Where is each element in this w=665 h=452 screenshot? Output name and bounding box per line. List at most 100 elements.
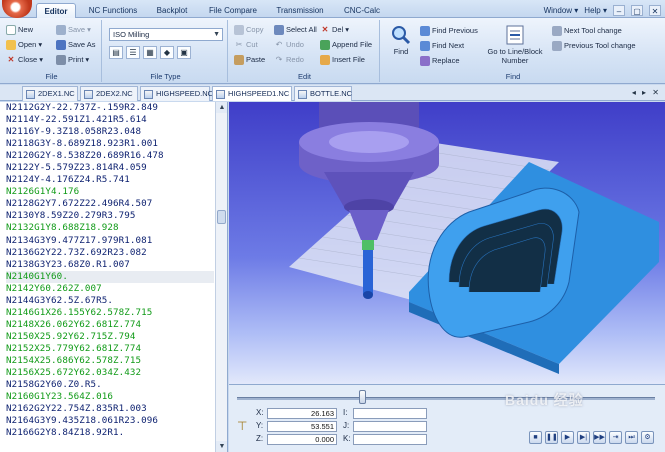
nc-line[interactable]: N2126G1Y4.176: [6, 186, 214, 198]
minimize-icon[interactable]: –: [613, 4, 625, 16]
restore-icon[interactable]: ▢: [631, 4, 643, 16]
k-label: K:: [343, 434, 351, 443]
nc-line[interactable]: N2136G2Y22.73Z.692R23.082: [6, 247, 214, 259]
toolbar-shape-icon[interactable]: ◆: [160, 46, 174, 59]
toolbar-doc-icon[interactable]: ▤: [109, 46, 123, 59]
file-tab[interactable]: HIGHSPEED.NC: [140, 86, 213, 101]
tab-editor[interactable]: Editor: [36, 3, 76, 18]
app-menu-button[interactable]: [2, 0, 32, 18]
find-next-button[interactable]: Find Next: [420, 39, 464, 52]
nc-line[interactable]: N2122Y-5.579Z23.814R4.059: [6, 162, 214, 174]
nc-line[interactable]: N2130Y8.59Z20.279R3.795: [6, 210, 214, 222]
fast-forward-icon[interactable]: ▶▶: [593, 431, 606, 444]
previous-tool-change-button[interactable]: Previous Tool change: [552, 39, 636, 52]
nc-line[interactable]: N2148X26.062Y62.681Z.774: [6, 319, 214, 331]
cut-button[interactable]: ✂ Cut: [234, 38, 258, 51]
step-forward-icon[interactable]: ▶|: [577, 431, 590, 444]
nc-line[interactable]: N2156X25.672Y62.034Z.432: [6, 367, 214, 379]
close-button[interactable]: ✕ Close ▾: [6, 53, 43, 66]
file-icon: [298, 90, 307, 99]
insert-file-icon: [320, 54, 330, 65]
tab-transmission[interactable]: Transmission: [270, 3, 330, 18]
scroll-up-icon[interactable]: ▲: [216, 102, 227, 113]
nc-line[interactable]: N2138G3Y23.68Z0.R1.007: [6, 259, 214, 271]
skip-end-icon[interactable]: ⏭: [625, 431, 638, 444]
nc-line[interactable]: N2120G2Y-8.538Z20.689R16.478: [6, 150, 214, 162]
delete-button[interactable]: ✕ Del ▾: [320, 23, 349, 36]
save-as-button[interactable]: Save As: [56, 38, 96, 51]
toolbar-export-icon[interactable]: ▣: [177, 46, 191, 59]
help-menu[interactable]: Help ▾: [584, 6, 607, 15]
print-button[interactable]: Print ▾: [56, 53, 89, 66]
tab-file-compare[interactable]: File Compare: [202, 3, 264, 18]
nc-editor[interactable]: N2112G2Y-22.737Z-.159R2.849 N2114Y-22.591…: [0, 102, 228, 452]
undo-button[interactable]: ↶ Undo: [274, 38, 304, 51]
nc-line[interactable]: N2112G2Y-22.737Z-.159R2.849: [6, 102, 214, 114]
tab-cnc-calc[interactable]: CNC-Calc: [338, 3, 386, 18]
toolbar-grid-icon[interactable]: ▦: [143, 46, 157, 59]
window-menu[interactable]: Window ▾: [544, 6, 579, 15]
nc-line[interactable]: N2154X25.686Y62.578Z.715: [6, 355, 214, 367]
find-group: Find Find Previous Find Next Replace Go …: [382, 20, 644, 82]
nc-line-selected[interactable]: N2140G1Y60.: [6, 270, 214, 283]
insert-file-button[interactable]: Insert File: [320, 53, 365, 66]
scroll-down-icon[interactable]: ▼: [216, 441, 227, 452]
pause-icon[interactable]: ❚❚: [545, 431, 558, 444]
options-icon[interactable]: ⚙: [641, 431, 654, 444]
new-button[interactable]: New: [6, 23, 33, 36]
paste-button[interactable]: Paste: [234, 53, 265, 66]
nc-line[interactable]: N2158G2Y60.Z0.R5.: [6, 379, 214, 391]
file-tab[interactable]: 2DEX2.NC: [80, 86, 138, 101]
scissors-icon: ✂: [235, 39, 243, 49]
nc-line[interactable]: N2114Y-22.591Z1.421R5.614: [6, 114, 214, 126]
nc-line[interactable]: N2116Y-9.3Z18.058R23.048: [6, 126, 214, 138]
x-value: 26.163: [267, 408, 337, 419]
nc-line[interactable]: N2144G3Y62.5Z.67R5.: [6, 295, 214, 307]
save-button[interactable]: Save ▾: [56, 23, 91, 36]
nc-line[interactable]: N2142Y60.262Z.007: [6, 283, 214, 295]
playback-slider-thumb[interactable]: [359, 390, 366, 404]
playback-slider[interactable]: [237, 397, 655, 400]
select-all-button[interactable]: Select All: [274, 23, 317, 36]
nc-line[interactable]: N2152X25.779Y62.681Z.774: [6, 343, 214, 355]
scroll-thumb[interactable]: [217, 210, 226, 224]
nc-line[interactable]: N2134G3Y9.477Z17.979R1.081: [6, 235, 214, 247]
find-button[interactable]: Find: [386, 24, 416, 56]
editor-scrollbar[interactable]: ▲ ▼: [215, 102, 227, 452]
stop-icon[interactable]: ■: [529, 431, 542, 444]
nc-line[interactable]: N2150X25.92Y62.715Z.794: [6, 331, 214, 343]
nc-line[interactable]: N2118G3Y-8.689Z18.923R1.001: [6, 138, 214, 150]
close-icon[interactable]: ✕: [649, 4, 661, 16]
replace-button[interactable]: Replace: [420, 54, 460, 67]
clipboard-icon: [234, 54, 244, 65]
step-icon[interactable]: ⇥: [609, 431, 622, 444]
toolbar-list-icon[interactable]: ☰: [126, 46, 140, 59]
backplot-viewport[interactable]: [229, 102, 665, 384]
file-tab-active[interactable]: HIGHSPEED1.NC: [212, 86, 292, 101]
nc-line[interactable]: N2132G1Y8.688Z18.928: [6, 222, 214, 234]
file-tab[interactable]: 2DEX1.NC: [22, 86, 78, 101]
tab-nav-arrows[interactable]: ◂ ▸ ✕: [632, 88, 661, 97]
tab-nc-functions[interactable]: NC Functions: [82, 3, 144, 18]
nc-line[interactable]: N2164G3Y9.435Z18.061R23.096: [6, 415, 214, 427]
copy-button[interactable]: Copy: [234, 23, 264, 36]
nc-line[interactable]: N2146G1X26.155Y62.578Z.715: [6, 307, 214, 319]
tool-icon: ⊤: [237, 419, 248, 433]
find-previous-button[interactable]: Find Previous: [420, 24, 478, 37]
nc-line[interactable]: N2160G1Y23.564Z.016: [6, 391, 214, 403]
cutting-tool: [363, 250, 373, 295]
append-file-button[interactable]: Append File: [320, 38, 372, 51]
next-tool-change-button[interactable]: Next Tool change: [552, 24, 622, 37]
magnifier-icon: [390, 24, 412, 46]
nc-line[interactable]: N2166G2Y8.84Z18.92R1.: [6, 427, 214, 439]
goto-line-button[interactable]: Go to Line/Block Number: [482, 24, 548, 65]
nc-line[interactable]: N2162G2Y22.754Z.835R1.003: [6, 403, 214, 415]
file-tab[interactable]: BOTTLE.NC: [294, 86, 352, 101]
nc-line[interactable]: N2124Y-4.176Z24.R5.741: [6, 174, 214, 186]
file-type-select[interactable]: ISO Milling ▼: [109, 28, 223, 41]
open-button[interactable]: Open ▾: [6, 38, 42, 51]
redo-button[interactable]: ↷ Redo: [274, 53, 304, 66]
nc-line[interactable]: N2128G2Y7.672Z22.496R4.507: [6, 198, 214, 210]
play-icon[interactable]: ▶: [561, 431, 574, 444]
tab-backplot[interactable]: Backplot: [150, 3, 194, 18]
